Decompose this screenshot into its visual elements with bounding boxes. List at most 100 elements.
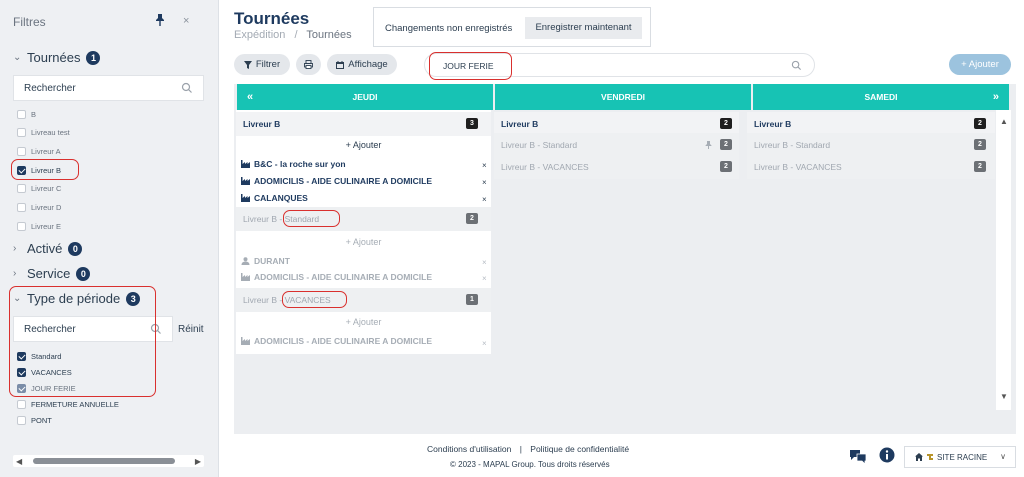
breadcrumb-expedition[interactable]: Expédition bbox=[234, 29, 285, 41]
remove-icon[interactable]: × bbox=[482, 339, 487, 348]
list-item[interactable]: Livreur B bbox=[17, 163, 61, 177]
vertical-scrollbar[interactable]: ▲ ▼ bbox=[996, 110, 1011, 410]
section-active[interactable]: › Activé 0 bbox=[13, 241, 83, 256]
group-header[interactable]: Livreur B bbox=[236, 112, 491, 136]
chat-icon[interactable] bbox=[849, 448, 867, 464]
remove-icon[interactable]: × bbox=[482, 161, 487, 170]
display-button[interactable]: Affichage bbox=[327, 54, 397, 75]
count-badge: 2 bbox=[974, 139, 986, 150]
list-item[interactable]: JOUR FERIE bbox=[17, 381, 76, 395]
scroll-right-icon[interactable]: ▶ bbox=[195, 457, 201, 466]
tournees-search-input[interactable]: Rechercher bbox=[13, 75, 204, 101]
save-now-button[interactable]: Enregistrer maintenant bbox=[525, 17, 642, 39]
checkbox[interactable] bbox=[17, 383, 26, 393]
scroll-up-icon[interactable]: ▲ bbox=[1000, 117, 1008, 126]
terms-link[interactable]: Conditions d'utilisation bbox=[427, 444, 511, 454]
search-input[interactable]: JOUR FERIE bbox=[424, 53, 815, 77]
list-item[interactable]: CALANQUES bbox=[241, 193, 308, 203]
close-icon[interactable]: × bbox=[183, 15, 189, 27]
list-item[interactable]: B&C - la roche sur yon bbox=[241, 159, 346, 169]
remove-icon[interactable]: × bbox=[482, 258, 487, 267]
remove-icon[interactable]: × bbox=[482, 274, 487, 283]
search-icon[interactable] bbox=[791, 60, 802, 71]
checkbox[interactable] bbox=[17, 146, 26, 156]
search-value: JOUR FERIE bbox=[443, 61, 494, 71]
factory-icon bbox=[241, 177, 250, 185]
list-item[interactable]: VACANCES bbox=[17, 365, 72, 379]
group-header[interactable]: Livreur B - VACANCES bbox=[494, 155, 739, 179]
pin-icon[interactable] bbox=[154, 13, 166, 27]
list-item[interactable]: B bbox=[17, 107, 36, 121]
scroll-thumb[interactable] bbox=[33, 458, 175, 464]
scroll-down-icon[interactable]: ▼ bbox=[1000, 392, 1008, 401]
checkbox[interactable] bbox=[17, 202, 26, 212]
group-header[interactable]: Livreur B - Standard bbox=[747, 133, 995, 157]
list-item[interactable]: Livreur C bbox=[17, 181, 61, 195]
count-badge: 2 bbox=[720, 118, 732, 129]
display-label: Affichage bbox=[348, 59, 388, 70]
footer-links: Conditions d'utilisation | Politique de … bbox=[427, 444, 629, 454]
list-item[interactable]: ADOMICILIS - AIDE CULINAIRE A DOMICILE bbox=[241, 336, 432, 346]
section-service[interactable]: › Service 0 bbox=[13, 266, 91, 281]
filter-button[interactable]: Filtrer bbox=[234, 54, 290, 75]
checkbox[interactable] bbox=[17, 109, 26, 119]
privacy-link[interactable]: Politique de confidentialité bbox=[530, 444, 629, 454]
add-stop-button[interactable]: + Ajouter bbox=[236, 140, 491, 150]
page-title: Tournées bbox=[234, 9, 310, 28]
list-item[interactable]: ADOMICILIS - AIDE CULINAIRE A DOMICILE bbox=[241, 176, 432, 186]
next-icon[interactable]: » bbox=[993, 84, 999, 110]
checkbox[interactable] bbox=[17, 165, 26, 175]
group-header[interactable]: Livreur B - VACANCES bbox=[747, 155, 995, 179]
type-periode-search-input[interactable]: Rechercher bbox=[13, 316, 173, 342]
list-item[interactable]: Standard bbox=[17, 349, 61, 363]
group-header[interactable]: Livreur B - Standard bbox=[236, 207, 491, 231]
group-header[interactable]: Livreur B - Standard bbox=[494, 133, 739, 157]
list-item[interactable]: Livreur E bbox=[17, 219, 61, 233]
unsaved-text: Changements non enregistrés bbox=[385, 23, 513, 34]
list-item[interactable]: Livreur A bbox=[17, 144, 61, 158]
filters-sidebar: Filtres × ⌄ Tournées 1 Rechercher B Livr… bbox=[0, 0, 219, 477]
checkbox[interactable] bbox=[17, 415, 26, 425]
group-header[interactable]: Livreur B - VACANCES bbox=[236, 288, 491, 312]
checkbox[interactable] bbox=[17, 367, 26, 377]
add-button[interactable]: + Ajouter bbox=[949, 54, 1011, 75]
reset-button[interactable]: Réinit bbox=[178, 324, 204, 335]
list-item-label: Livreau test bbox=[31, 127, 70, 137]
checkbox[interactable] bbox=[17, 399, 26, 409]
breadcrumb-separator: / bbox=[294, 29, 298, 41]
horizontal-scrollbar[interactable]: ◀ ▶ bbox=[13, 455, 204, 467]
print-button[interactable] bbox=[296, 54, 321, 75]
add-stop-button[interactable]: + Ajouter bbox=[236, 317, 491, 327]
list-item[interactable]: Livreau test bbox=[17, 125, 70, 139]
calendar-icon bbox=[336, 60, 345, 69]
list-item-label: VACANCES bbox=[31, 367, 72, 377]
search-icon[interactable] bbox=[150, 323, 162, 335]
checkbox[interactable] bbox=[17, 127, 26, 137]
section-type-periode[interactable]: ⌄ Type de période 3 bbox=[13, 291, 141, 306]
list-item[interactable]: PONT bbox=[17, 413, 52, 427]
previous-icon[interactable]: « bbox=[247, 84, 253, 110]
chevron-down-icon: ∨ bbox=[1000, 452, 1006, 461]
list-item[interactable]: DURANT bbox=[241, 256, 290, 266]
remove-icon[interactable]: × bbox=[482, 178, 487, 187]
checkbox[interactable] bbox=[17, 221, 26, 231]
info-icon[interactable] bbox=[879, 447, 895, 463]
pin-icon[interactable] bbox=[705, 141, 712, 149]
factory-icon bbox=[241, 273, 250, 281]
section-tournees[interactable]: ⌄ Tournées 1 bbox=[13, 50, 101, 65]
list-item[interactable]: Livreur D bbox=[17, 200, 61, 214]
checkbox[interactable] bbox=[17, 183, 26, 193]
list-item-label: FERMETURE ANNUELLE bbox=[31, 399, 119, 409]
user-icon bbox=[241, 257, 250, 265]
site-selector[interactable]: SITE RACINE ∨ bbox=[904, 446, 1016, 468]
list-item-label: ADOMICILIS - AIDE CULINAIRE A DOMICILE bbox=[254, 272, 433, 282]
scroll-left-icon[interactable]: ◀ bbox=[16, 457, 22, 466]
chevron-down-icon: ⌄ bbox=[13, 52, 22, 63]
search-icon[interactable] bbox=[181, 82, 193, 94]
add-stop-button[interactable]: + Ajouter bbox=[236, 237, 491, 247]
remove-icon[interactable]: × bbox=[482, 195, 487, 204]
list-item[interactable]: FERMETURE ANNUELLE bbox=[17, 397, 119, 411]
checkbox[interactable] bbox=[17, 351, 26, 361]
list-item[interactable]: ADOMICILIS - AIDE CULINAIRE A DOMICILE bbox=[241, 272, 432, 282]
count-badge: 3 bbox=[126, 291, 141, 306]
